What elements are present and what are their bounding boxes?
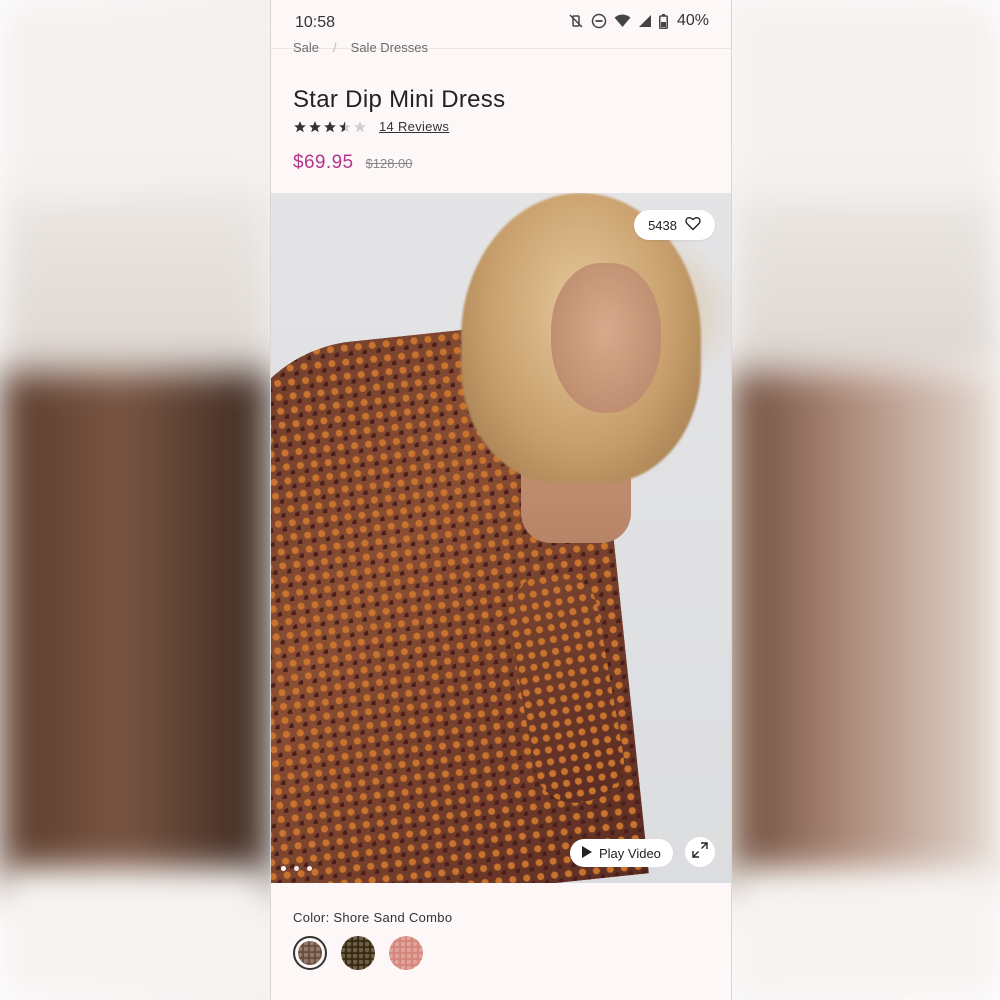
cell-signal-icon bbox=[638, 14, 652, 28]
star-icon bbox=[354, 120, 366, 132]
breadcrumb-item-sale[interactable]: Sale bbox=[293, 40, 319, 55]
color-swatch[interactable] bbox=[389, 936, 423, 970]
wifi-icon bbox=[614, 14, 631, 28]
star-icon bbox=[339, 120, 351, 132]
wishlist-count: 5438 bbox=[648, 217, 677, 233]
play-video-label: Play Video bbox=[599, 845, 661, 861]
color-label: Color: Shore Sand Combo bbox=[293, 910, 453, 925]
play-icon bbox=[582, 845, 592, 861]
reviews-link[interactable]: 14 Reviews bbox=[379, 119, 449, 134]
product-title: Star Dip Mini Dress bbox=[293, 86, 506, 113]
play-video-button[interactable]: Play Video bbox=[570, 839, 673, 867]
blurred-background-left bbox=[0, 0, 270, 1000]
carousel-dots[interactable] bbox=[281, 866, 312, 871]
star-icon bbox=[309, 120, 321, 132]
do-not-disturb-icon bbox=[591, 13, 607, 29]
phone-screen: 10:58 40% Sale / Sale Dresses Star Dip M… bbox=[270, 0, 732, 1000]
star-rating bbox=[293, 120, 367, 134]
blurred-background-right bbox=[731, 0, 1000, 1000]
sale-price: $69.95 bbox=[293, 152, 354, 173]
carousel-dot[interactable] bbox=[307, 866, 312, 871]
wishlist-button[interactable]: 5438 bbox=[634, 210, 715, 240]
battery-percent: 40% bbox=[676, 12, 709, 29]
rating-row: 14 Reviews bbox=[293, 119, 449, 134]
breadcrumb-separator: / bbox=[333, 40, 337, 55]
heart-icon bbox=[685, 216, 701, 234]
fullscreen-button[interactable] bbox=[685, 837, 715, 867]
carousel-dot[interactable] bbox=[281, 866, 286, 871]
original-price: $128.00 bbox=[365, 156, 413, 171]
product-image[interactable]: 5438 Play Video bbox=[271, 193, 731, 883]
status-time: 10:58 bbox=[295, 14, 336, 31]
breadcrumb: Sale / Sale Dresses bbox=[293, 40, 428, 55]
carousel-dot[interactable] bbox=[294, 866, 299, 871]
breadcrumb-item-sale-dresses[interactable]: Sale Dresses bbox=[351, 40, 428, 55]
expand-icon bbox=[692, 841, 708, 863]
price-row: $69.95 $128.00 bbox=[293, 152, 413, 174]
color-swatch[interactable] bbox=[341, 936, 375, 970]
star-icon bbox=[294, 120, 306, 132]
star-icon bbox=[324, 120, 336, 132]
color-swatch[interactable] bbox=[293, 936, 327, 970]
color-swatches bbox=[293, 936, 423, 970]
battery-icon bbox=[658, 13, 668, 29]
vibrate-off-icon bbox=[568, 13, 584, 29]
status-icons: 40% bbox=[568, 12, 709, 30]
